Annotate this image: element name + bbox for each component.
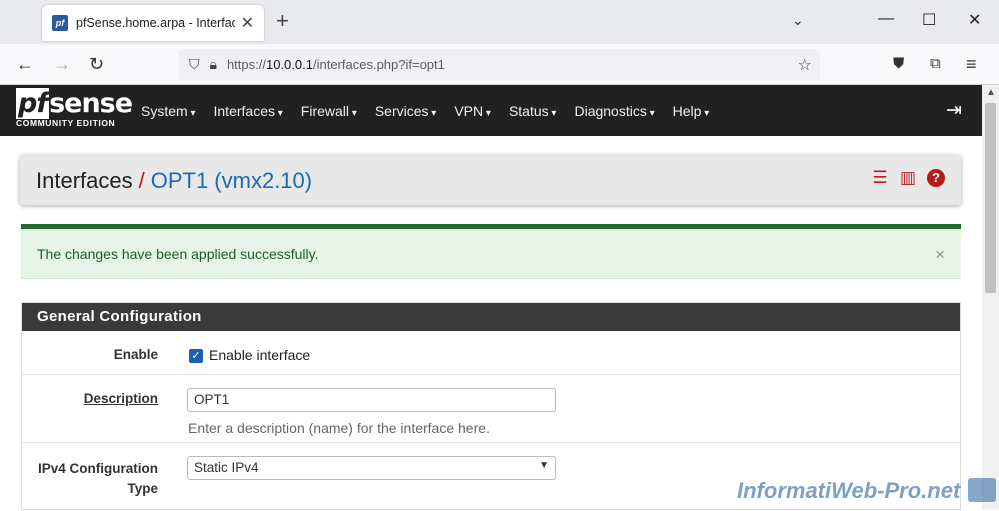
browser-tab[interactable]: pf pfSense.home.arpa - Interfaces: ✕ bbox=[42, 5, 264, 41]
reload-icon[interactable]: ↻ bbox=[89, 55, 104, 73]
tab-title: pfSense.home.arpa - Interfaces: bbox=[76, 16, 235, 30]
enable-label: Enable bbox=[113, 347, 158, 362]
tab-list-chevron-icon[interactable]: ⌄ bbox=[792, 12, 804, 29]
scrollbar-thumb[interactable] bbox=[985, 103, 996, 293]
alert-message: The changes have been applied successful… bbox=[37, 246, 319, 262]
lock-icon[interactable]: 🔒︎ bbox=[210, 56, 217, 73]
enable-checkbox[interactable]: ✓ bbox=[189, 349, 203, 363]
pocket-icon[interactable]: ⛊ bbox=[893, 55, 904, 73]
breadcrumb-current[interactable]: OPT1 (vmx2.10) bbox=[151, 168, 312, 193]
extensions-icon[interactable]: ⧉ bbox=[930, 55, 941, 73]
breadcrumb: Interfaces / OPT1 (vmx2.10) ☰ ▥ ? bbox=[20, 155, 961, 205]
page-content: Interfaces / OPT1 (vmx2.10) ☰ ▥ ? The chan… bbox=[0, 136, 982, 510]
tab-close-icon[interactable]: ✕ bbox=[241, 13, 254, 33]
ipv4-config-value: Static IPv4 bbox=[194, 460, 259, 475]
description-input[interactable]: OPT1 bbox=[187, 388, 556, 412]
forward-arrow-icon[interactable]: → bbox=[53, 55, 71, 73]
menu-diagnostics[interactable]: Diagnostics bbox=[574, 103, 654, 119]
breadcrumb-section[interactable]: Interfaces bbox=[36, 168, 133, 193]
maximize-icon[interactable]: ☐ bbox=[922, 10, 936, 30]
chevron-down-icon: ▼ bbox=[539, 460, 549, 471]
menu-help[interactable]: Help bbox=[673, 103, 710, 119]
pfsense-logo[interactable]: pfsense COMMUNITY EDITION bbox=[16, 88, 133, 128]
ipv4-config-label: IPv4 Configuration Type bbox=[37, 461, 158, 496]
new-tab-button[interactable]: + bbox=[276, 10, 289, 32]
browser-tab-bar: pf pfSense.home.arpa - Interfaces: ✕ + ⌄… bbox=[0, 0, 999, 44]
scroll-up-icon[interactable]: ▲ bbox=[986, 87, 996, 98]
panel-title: General Configuration bbox=[22, 303, 960, 331]
enable-checkbox-label[interactable]: Enable interface bbox=[209, 347, 310, 363]
help-icon[interactable]: ? bbox=[927, 169, 945, 187]
enable-row: Enable ✓ Enable interface bbox=[22, 331, 960, 375]
bookmark-star-icon[interactable]: ☆ bbox=[798, 55, 812, 75]
settings-sliders-icon[interactable]: ☰ bbox=[871, 169, 889, 187]
logout-icon[interactable]: ⇥ bbox=[946, 99, 962, 122]
menu-interfaces[interactable]: Interfaces bbox=[214, 103, 283, 119]
menu-hamburger-icon[interactable]: ≡ bbox=[966, 55, 977, 73]
alert-close-icon[interactable]: × bbox=[935, 245, 945, 265]
menu-vpn[interactable]: VPN bbox=[454, 103, 491, 119]
browser-nav-bar: ← → ↻ ⛉ 🔒︎ https://10.0.0.1/interfaces.p… bbox=[0, 44, 999, 85]
menu-system[interactable]: System bbox=[141, 103, 196, 119]
window-close-icon[interactable]: ✕ bbox=[968, 10, 981, 30]
pfsense-favicon-icon: pf bbox=[52, 15, 68, 31]
url-text: https://10.0.0.1/interfaces.php?if=opt1 bbox=[226, 57, 445, 72]
menu-firewall[interactable]: Firewall bbox=[301, 103, 357, 119]
description-row: Description OPT1 Enter a description (na… bbox=[22, 375, 960, 443]
bar-chart-icon[interactable]: ▥ bbox=[899, 169, 917, 187]
page-title: Interfaces / OPT1 (vmx2.10) bbox=[36, 168, 313, 193]
pfsense-main-menu: System Interfaces Firewall Services VPN … bbox=[141, 85, 727, 136]
success-alert: The changes have been applied successful… bbox=[21, 224, 961, 279]
page-scrollbar[interactable]: ▲ bbox=[982, 85, 999, 510]
minimize-icon[interactable]: — bbox=[878, 10, 894, 28]
description-help: Enter a description (name) for the inter… bbox=[188, 420, 490, 436]
description-label: Description bbox=[83, 391, 158, 406]
menu-status[interactable]: Status bbox=[509, 103, 557, 119]
menu-services[interactable]: Services bbox=[375, 103, 437, 119]
back-arrow-icon[interactable]: ← bbox=[16, 55, 34, 73]
breadcrumb-actions: ☰ ▥ ? bbox=[871, 169, 945, 187]
watermark-laptop-icon bbox=[968, 478, 996, 502]
pfsense-header: pfsense COMMUNITY EDITION System Interfa… bbox=[0, 85, 982, 136]
shield-icon[interactable]: ⛉ bbox=[189, 56, 200, 73]
ipv4-config-select[interactable]: Static IPv4 ▼ bbox=[187, 456, 556, 480]
url-bar[interactable]: ⛉ 🔒︎ https://10.0.0.1/interfaces.php?if=… bbox=[179, 49, 820, 80]
watermark: InformatiWeb-Pro.net bbox=[737, 478, 961, 503]
